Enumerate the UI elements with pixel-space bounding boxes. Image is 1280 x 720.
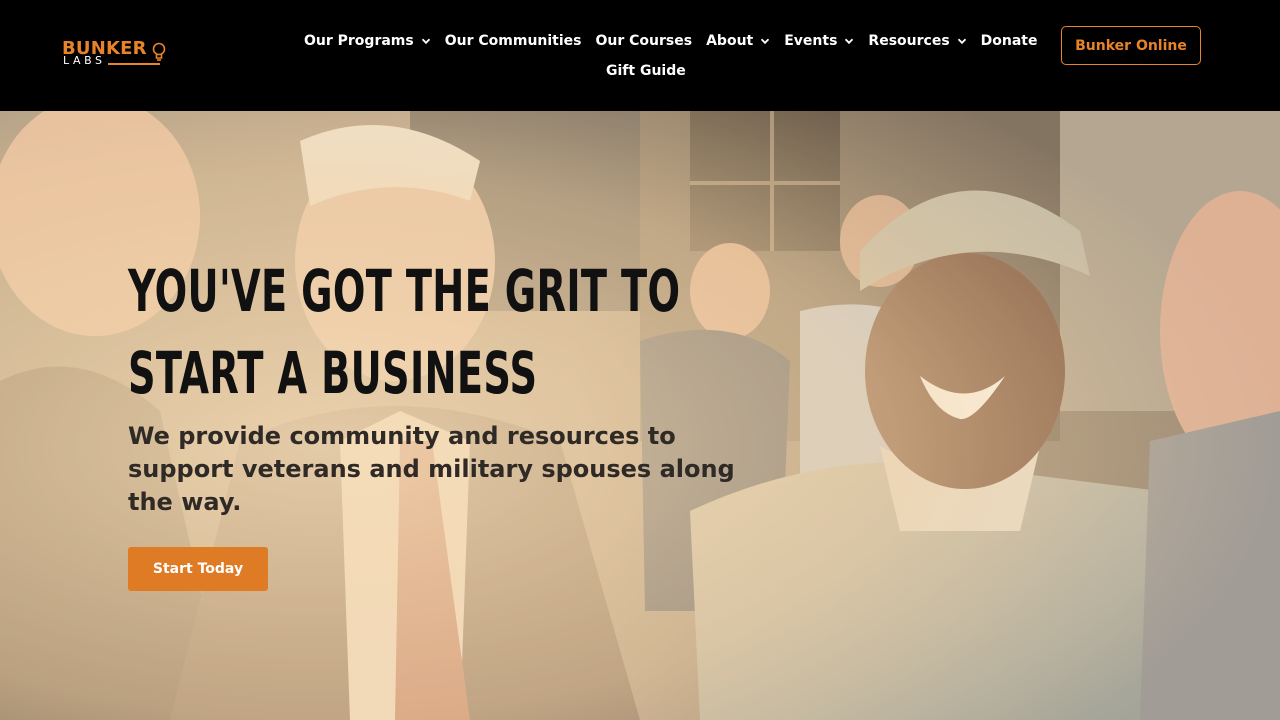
nav-item-label: Our Programs — [304, 33, 414, 49]
main-nav-row-2: Gift Guide — [606, 60, 700, 82]
nav-item-our-programs[interactable]: Our Programs — [304, 33, 431, 49]
bunker-online-button[interactable]: Bunker Online — [1061, 26, 1201, 65]
nav-item-label: Our Communities — [444, 33, 582, 49]
nav-item-our-courses[interactable]: Our Courses — [596, 33, 693, 49]
chevron-down-icon — [957, 36, 967, 46]
nav-item-label: Events — [784, 33, 838, 49]
nav-item-gift-guide[interactable]: Gift Guide — [606, 63, 686, 79]
nav-item-label: Resources — [868, 33, 950, 49]
nav-item-label: Gift Guide — [606, 63, 686, 79]
nav-item-resources[interactable]: Resources — [868, 33, 966, 49]
chevron-down-icon — [760, 36, 770, 46]
nav-item-label: About — [706, 33, 754, 49]
logo-underline — [108, 63, 160, 65]
main-nav: Our Programs Our Communities Our Courses… — [304, 30, 1052, 52]
nav-item-label: Donate — [980, 33, 1038, 49]
nav-item-our-communities[interactable]: Our Communities — [445, 33, 582, 49]
chevron-down-icon — [844, 36, 854, 46]
hero-headline: YOU'VE GOT THE GRIT TO START A BUSINESS — [128, 250, 681, 414]
nav-item-about[interactable]: About — [706, 33, 770, 49]
hero-headline-line-2: START A BUSINESS — [128, 339, 538, 407]
bunker-labs-logo[interactable]: BUNKER LABS — [62, 40, 168, 70]
hero-section: YOU'VE GOT THE GRIT TO START A BUSINESS … — [0, 111, 1280, 720]
logo-wordmark-bottom: LABS — [63, 54, 106, 67]
nav-item-label: Our Courses — [595, 33, 693, 49]
hero-tint-overlay — [0, 111, 1280, 720]
nav-item-events[interactable]: Events — [784, 33, 854, 49]
start-today-button[interactable]: Start Today — [128, 547, 268, 591]
site-header: BUNKER LABS Our Programs Our Communities… — [0, 0, 1280, 111]
chevron-down-icon — [421, 36, 431, 46]
hero-subtext: We provide community and resources to su… — [128, 422, 735, 516]
lightbulb-icon — [152, 42, 166, 61]
nav-item-donate[interactable]: Donate — [981, 33, 1038, 49]
hero-headline-line-1: YOU'VE GOT THE GRIT TO — [128, 257, 681, 325]
